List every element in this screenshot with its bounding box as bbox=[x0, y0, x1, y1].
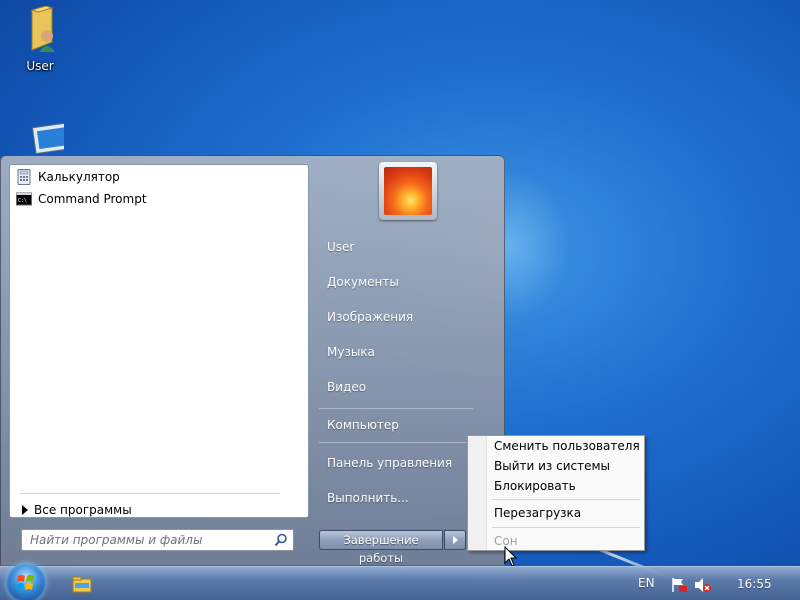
calculator-icon bbox=[17, 169, 31, 185]
start-menu: Калькулятор C:\ Command Prompt Все прогр… bbox=[0, 155, 505, 566]
triangle-right-icon bbox=[22, 505, 28, 515]
start-item-control-panel[interactable]: Панель управления bbox=[327, 453, 452, 473]
windows-logo-icon bbox=[16, 575, 34, 590]
shutdown-options-menu: Сменить пользователя Выйти из системы Бл… bbox=[467, 435, 645, 551]
start-menu-program-list: Калькулятор C:\ Command Prompt Все прогр… bbox=[9, 164, 309, 518]
desktop-icon-label: User bbox=[26, 59, 54, 73]
divider bbox=[492, 527, 640, 528]
start-item-music[interactable]: Музыка bbox=[327, 342, 375, 362]
menu-item-switch-user[interactable]: Сменить пользователя bbox=[494, 436, 640, 456]
divider bbox=[319, 408, 473, 409]
start-item-user[interactable]: User bbox=[327, 237, 354, 257]
start-item-computer[interactable]: Компьютер bbox=[327, 415, 399, 435]
all-programs-label: Все программы bbox=[34, 503, 132, 517]
program-item-label: Command Prompt bbox=[38, 192, 147, 206]
all-programs-button[interactable]: Все программы bbox=[20, 501, 132, 519]
start-item-pictures[interactable]: Изображения bbox=[327, 307, 413, 327]
explorer-folder-icon[interactable] bbox=[72, 576, 92, 593]
desktop-icon-user[interactable]: User bbox=[8, 5, 72, 73]
program-item-command-prompt[interactable]: C:\ Command Prompt bbox=[14, 189, 147, 209]
search-input[interactable]: Найти программы и файлы bbox=[21, 529, 294, 551]
start-item-documents[interactable]: Документы bbox=[327, 272, 399, 292]
computer-icon bbox=[31, 122, 73, 155]
search-placeholder: Найти программы и файлы bbox=[30, 533, 203, 547]
mouse-cursor-icon bbox=[504, 546, 518, 567]
search-icon bbox=[274, 533, 287, 547]
command-prompt-icon: C:\ bbox=[16, 192, 32, 206]
menu-item-restart[interactable]: Перезагрузка bbox=[494, 503, 581, 523]
language-indicator[interactable]: EN bbox=[638, 576, 655, 590]
avatar-picture bbox=[384, 167, 432, 215]
svg-text:C:\: C:\ bbox=[18, 198, 27, 204]
start-item-video[interactable]: Видео bbox=[327, 377, 366, 397]
user-avatar[interactable] bbox=[379, 162, 437, 220]
chevron-right-icon bbox=[453, 536, 458, 544]
menu-item-log-off[interactable]: Выйти из системы bbox=[494, 456, 610, 476]
shutdown-options-button[interactable] bbox=[444, 530, 466, 550]
volume-muted-icon[interactable] bbox=[694, 577, 712, 593]
menu-gutter bbox=[468, 436, 487, 550]
shutdown-button[interactable]: Завершение работы bbox=[319, 530, 443, 565]
divider bbox=[492, 499, 640, 500]
taskbar-clock[interactable]: 16:55 bbox=[737, 577, 772, 591]
program-item-label: Калькулятор bbox=[38, 170, 120, 184]
menu-item-lock[interactable]: Блокировать bbox=[494, 476, 576, 496]
taskbar: EN 16:55 bbox=[0, 563, 800, 600]
divider bbox=[319, 442, 473, 443]
start-button[interactable] bbox=[6, 563, 46, 600]
divider bbox=[20, 493, 280, 494]
start-item-run[interactable]: Выполнить... bbox=[327, 488, 409, 508]
action-center-flag-icon[interactable] bbox=[670, 577, 688, 593]
program-item-calculator[interactable]: Калькулятор bbox=[14, 167, 120, 187]
user-folder-icon bbox=[30, 5, 55, 52]
